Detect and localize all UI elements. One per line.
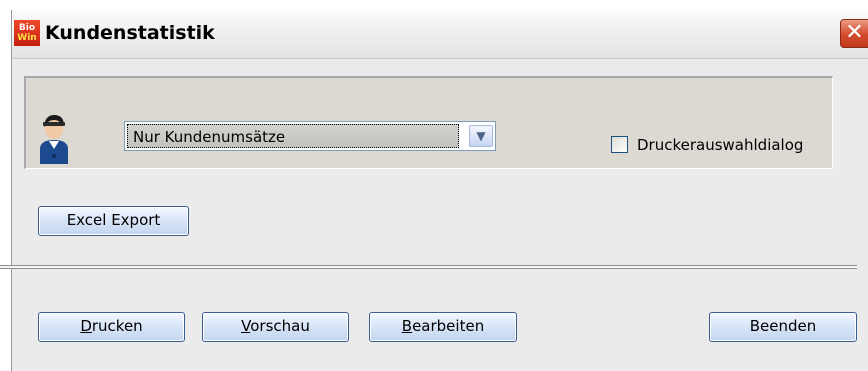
print-button[interactable]: Drucken [38, 312, 185, 342]
logo-text-bottom: Win [17, 33, 37, 43]
excel-export-button[interactable]: Excel Export [38, 206, 189, 236]
close-button[interactable]: ✕ [840, 19, 868, 48]
chevron-down-icon[interactable]: ▼ [469, 125, 493, 147]
logo-text-top: Bio [18, 23, 36, 33]
report-type-select[interactable]: Nur Kundenumsätze ▼ [124, 121, 496, 151]
preview-mnemonic: V [241, 317, 251, 335]
edit-mnemonic: B [401, 317, 413, 335]
user-icon [40, 115, 68, 164]
quit-button[interactable]: Beenden [709, 312, 857, 342]
edit-label: earbeiten [412, 317, 485, 335]
print-mnemonic: D [80, 317, 92, 335]
selected-report-option: Nur Kundenumsätze [133, 128, 286, 146]
divider-line-lower [0, 268, 857, 269]
window-title: Kundenstatistik [45, 22, 215, 44]
edit-button[interactable]: Bearbeiten [369, 312, 517, 342]
print-label: rucken [91, 317, 143, 335]
title-bar[interactable]: Bio Win Kundenstatistik ✕ [12, 10, 868, 59]
close-icon: ✕ [845, 20, 864, 45]
preview-label: orschau [250, 317, 310, 335]
select-focus-box: Nur Kundenumsätze [127, 124, 459, 148]
biowin-logo-icon: Bio Win [14, 20, 40, 46]
printer-dialog-label[interactable]: Druckerauswahldialog [637, 136, 803, 154]
preview-button[interactable]: Vorschau [202, 312, 349, 342]
printer-dialog-checkbox[interactable] [611, 136, 628, 153]
